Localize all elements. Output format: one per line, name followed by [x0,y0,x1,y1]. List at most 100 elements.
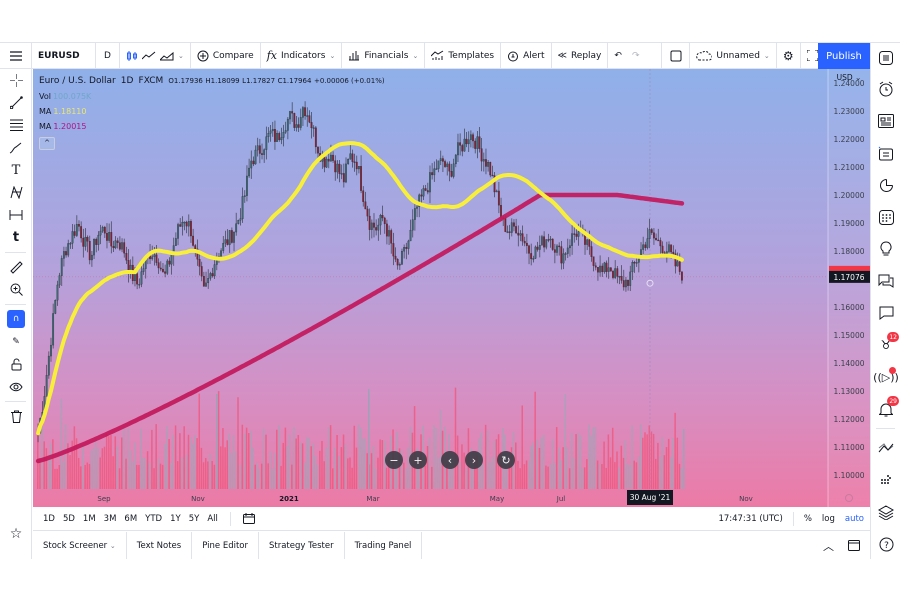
dom-button[interactable] [871,464,900,496]
candle-body [482,159,485,162]
ruler-tool[interactable] [0,256,32,279]
volume-bar [360,427,362,489]
ideas-stream-button[interactable]: ♉ 12 [871,329,900,361]
legend-ma2-row[interactable]: MA 1.20015 [39,119,385,134]
layout-select-button[interactable] [662,43,691,68]
range-1d[interactable]: 1D [43,514,55,524]
replay-button[interactable]: ≪ Replay [552,43,609,68]
menu-button[interactable] [0,43,32,68]
tab-trading-panel[interactable]: Trading Panel [345,532,423,559]
lock-drawings[interactable] [0,353,32,376]
stay-in-drawing-mode[interactable]: ✎ [0,331,32,354]
candle-body [594,265,597,268]
volume-bar [170,463,173,489]
hide-drawings[interactable] [0,376,32,399]
publish-button[interactable]: Publish [818,43,870,69]
candle-body [556,245,558,253]
brush-tool[interactable] [0,137,32,160]
volume-bar [562,447,564,489]
range-5d[interactable]: 5D [63,514,75,524]
tweet-tool[interactable]: t [0,227,32,250]
settings-button[interactable]: ⚙ [777,43,801,68]
pattern-tool[interactable] [0,182,32,205]
text-icon: T [11,162,21,178]
undo-icon[interactable]: ↶ [614,51,622,61]
chart-pane[interactable]: USD ⌄ 1.24000 1.23000 1.22000 1.21000 1.20000… [33,69,870,507]
templates-button[interactable]: Templates [425,43,502,68]
calendar-button[interactable] [871,137,900,169]
symbol-search[interactable]: EURUSD [32,43,96,68]
tab-text-notes[interactable]: Text Notes [127,532,193,559]
help-button[interactable]: ? [871,528,900,560]
magnet-tool[interactable]: ∩ [0,308,32,331]
range-1m[interactable]: 1M [83,514,96,524]
broadcast-button[interactable]: ((▷)) [871,361,900,393]
trend-line-tool[interactable] [0,92,32,115]
pie-chart-icon [879,178,894,193]
volume-bar [323,461,325,489]
candle-body [364,201,367,210]
fib-tool[interactable] [0,114,32,137]
ma2-label: MA [39,122,52,131]
auto-toggle[interactable]: auto [845,514,864,524]
range-1y[interactable]: 1Y [170,514,181,524]
candles-icon[interactable] [126,50,138,62]
interval-button[interactable]: D [96,43,120,68]
line-chart-icon[interactable] [142,51,156,61]
tab-strategy-tester[interactable]: Strategy Tester [259,532,345,559]
percent-toggle[interactable]: % [804,514,812,524]
reset-chart-button[interactable]: ↻ [497,451,515,469]
legend-ma1-row[interactable]: MA 1.18110 [39,104,385,119]
alert-button[interactable]: Alert [501,43,552,68]
watchlist-star[interactable]: ☆ [0,523,32,546]
news-button[interactable] [871,105,900,137]
range-6m[interactable]: 6M [124,514,137,524]
volume-bar [515,442,517,489]
object-tree-button[interactable] [871,496,900,528]
measure-range-tool[interactable] [0,204,32,227]
crosshair-tool[interactable] [0,69,32,92]
streams-button[interactable] [871,297,900,329]
maximize-panel-icon[interactable] [848,540,860,551]
range-all[interactable]: All [207,514,218,524]
redo-icon[interactable]: ↷ [632,51,640,61]
candle-body [166,260,169,274]
tab-stock-screener[interactable]: Stock Screener ⌄ [33,532,127,559]
candle-body [106,233,108,241]
clock-timezone[interactable]: 17:47:31 (UTC) [718,514,782,524]
chevron-down-icon[interactable]: ⌄ [178,52,184,60]
legend-volume-row[interactable]: Vol 100.075K [39,89,385,104]
depth-button[interactable] [871,432,900,464]
zoom-in-button[interactable]: + [409,451,427,469]
area-chart-icon[interactable] [160,51,174,61]
scroll-right-button[interactable]: › [465,451,483,469]
notifications-button[interactable]: 29 [871,393,900,425]
indicators-button[interactable]: fx Indicators ⌄ [261,43,343,68]
ideas-button[interactable] [871,233,900,265]
text-tool[interactable]: T [0,159,32,182]
candle-body [558,245,561,248]
save-layout-button[interactable]: Unnamed ⌄ [690,43,777,68]
tab-pine-editor[interactable]: Pine Editor [192,532,259,559]
watchlist-button[interactable] [871,43,900,73]
log-toggle[interactable]: log [822,514,835,524]
range-5y[interactable]: 5Y [189,514,200,524]
hotlists-button[interactable] [871,169,900,201]
collapse-legend-button[interactable]: ^ [39,137,55,150]
scroll-left-button[interactable]: ‹ [441,451,459,469]
alerts-button[interactable] [871,73,900,105]
go-to-date-icon[interactable] [242,513,255,524]
zoom-tool[interactable] [0,279,32,302]
chevron-up-icon[interactable]: ︿ [823,538,834,554]
economic-calendar-button[interactable] [871,201,900,233]
financials-button[interactable]: Financials ⌄ [342,43,426,68]
remove-drawings[interactable] [0,405,32,428]
range-ytd[interactable]: YTD [145,514,162,524]
bottom-panel-tabs: Stock Screener ⌄ Text Notes Pine Editor … [33,532,870,559]
zoom-out-button[interactable]: − [385,451,403,469]
range-3m[interactable]: 3M [104,514,117,524]
chats-button[interactable] [871,265,900,297]
volume-bar [601,464,603,489]
compare-button[interactable]: Compare [191,43,261,68]
ma2-value: 1.20015 [53,122,87,131]
